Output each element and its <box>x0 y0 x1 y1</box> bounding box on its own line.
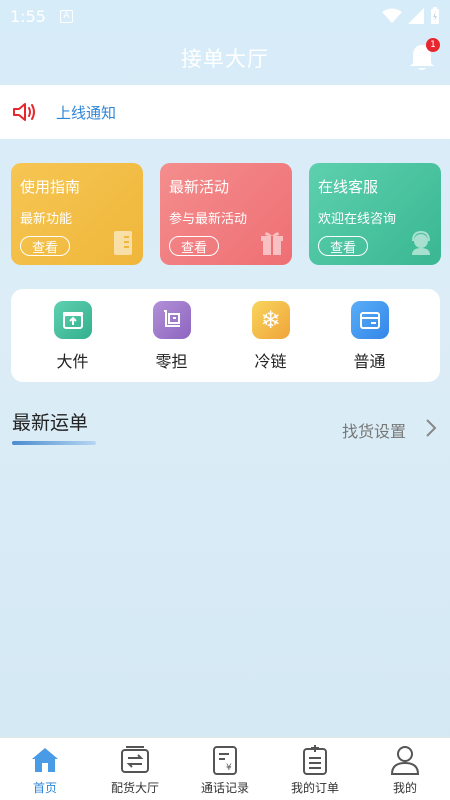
notification-a-icon: A <box>59 9 73 23</box>
bottom-tab-bar: 首页 配货大厅 ¥ 通话记录 我的订单 我的 <box>0 737 450 800</box>
category-ltl[interactable]: 零担 <box>122 289 221 382</box>
cart-icon <box>152 301 191 339</box>
status-bar: 1:55 A <box>0 0 450 32</box>
headset-icon <box>412 230 430 255</box>
snowflake-icon: ❄ <box>251 301 290 339</box>
tab-label: 首页 <box>32 781 57 795</box>
tab-home[interactable]: 首页 <box>0 738 90 800</box>
category-label: 冷链 <box>254 352 287 371</box>
notification-badge: 1 <box>426 38 440 52</box>
svg-text:¥: ¥ <box>226 763 232 773</box>
home-icon <box>32 748 58 772</box>
tab-call-records[interactable]: ¥ 通话记录 <box>180 738 270 800</box>
tab-my-orders[interactable]: 我的订单 <box>270 738 360 800</box>
feature-cards: 使用指南 最新功能 查看 最新活动 参与最新活动 查看 在线客服 欢迎在线咨询 … <box>11 163 441 265</box>
category-label: 零担 <box>155 352 188 371</box>
tab-profile[interactable]: 我的 <box>360 738 450 800</box>
tab-label: 我的订单 <box>290 781 339 795</box>
notification-button[interactable]: 1 <box>408 38 440 72</box>
category-large[interactable]: 大件 <box>23 289 122 382</box>
card-title: 在线客服 <box>318 178 379 196</box>
page-title: 接单大厅 <box>181 47 269 71</box>
signal-icon <box>408 8 424 24</box>
status-time: 1:55 <box>10 6 46 26</box>
card-latest-activity[interactable]: 最新活动 参与最新活动 查看 <box>160 163 292 265</box>
card-title: 最新活动 <box>169 178 230 196</box>
wifi-icon <box>382 8 402 23</box>
category-cold-chain[interactable]: ❄ 冷链 <box>221 289 320 382</box>
tab-label: 配货大厅 <box>110 781 159 795</box>
category-panel: 大件 零担 ❄ 冷链 普通 <box>11 289 440 382</box>
view-button[interactable]: 查看 <box>20 236 70 256</box>
chevron-right-icon[interactable] <box>422 414 440 442</box>
tab-label: 通话记录 <box>200 781 249 795</box>
user-icon <box>390 746 420 775</box>
card-title: 使用指南 <box>20 178 81 196</box>
card-user-guide[interactable]: 使用指南 最新功能 查看 <box>11 163 143 265</box>
order-icon <box>303 745 327 775</box>
cargo-settings-link[interactable]: 找货设置 <box>342 418 406 442</box>
status-indicators <box>382 7 440 25</box>
battery-icon <box>431 7 439 24</box>
card-subtitle: 最新功能 <box>20 212 73 227</box>
notice-text: 上线通知 <box>56 103 117 122</box>
card-online-service[interactable]: 在线客服 欢迎在线咨询 查看 <box>309 163 441 265</box>
package-icon <box>350 301 389 339</box>
card-subtitle: 欢迎在线咨询 <box>318 212 397 227</box>
exchange-icon <box>121 746 149 773</box>
tab-dispatch-hall[interactable]: 配货大厅 <box>90 738 180 800</box>
notice-bar[interactable]: 上线通知 <box>0 85 450 139</box>
view-button[interactable]: 查看 <box>318 236 368 256</box>
view-button[interactable]: 查看 <box>169 236 219 256</box>
box-upload-icon <box>53 301 92 339</box>
category-label: 普通 <box>353 352 386 371</box>
section-title: 最新运单 <box>12 412 89 434</box>
tab-label: 我的 <box>392 781 417 795</box>
call-record-icon: ¥ <box>213 746 237 775</box>
app-header: 接单大厅 1 <box>0 32 450 84</box>
section-underline <box>12 441 96 445</box>
speaker-icon <box>13 103 35 121</box>
card-subtitle: 参与最新活动 <box>169 212 248 227</box>
category-label: 大件 <box>56 352 89 371</box>
book-icon <box>114 231 132 255</box>
latest-orders-header: 最新运单 找货设置 <box>12 408 440 448</box>
gift-icon <box>261 232 283 255</box>
category-general[interactable]: 普通 <box>320 289 419 382</box>
